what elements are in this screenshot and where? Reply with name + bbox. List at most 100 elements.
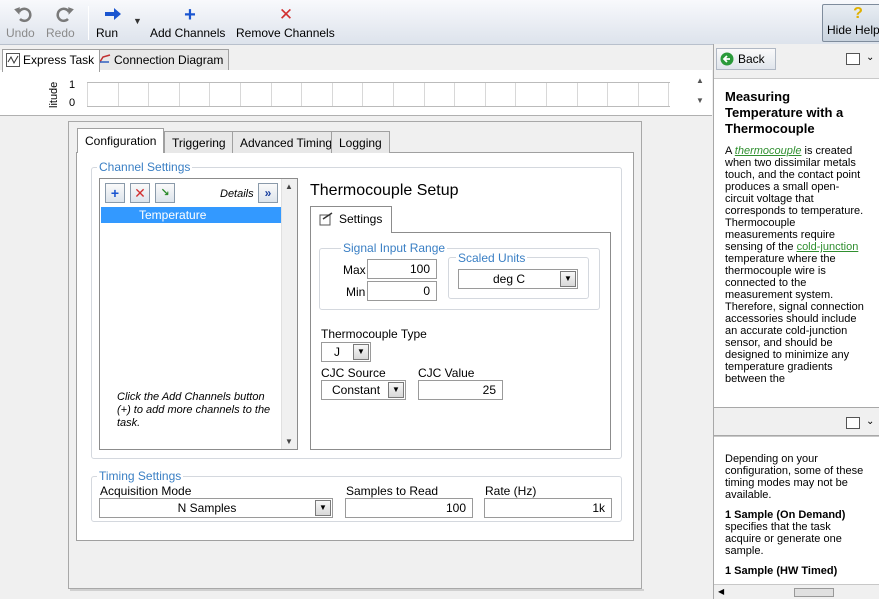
help-window-icon[interactable] (846, 417, 860, 429)
scaled-units-title: Scaled Units (456, 251, 528, 265)
chevron-down-icon: ▼ (560, 271, 576, 287)
tab-configuration-label: Configuration (85, 134, 157, 148)
scroll-up-icon[interactable]: ▲ (285, 182, 293, 191)
grid-line (546, 83, 547, 106)
help-timing-panel: Depending on your configuration, some of… (714, 436, 879, 584)
tab-logging-label: Logging (339, 136, 382, 150)
help-divider: ⌄ (714, 408, 879, 436)
max-label: Max (343, 263, 366, 277)
toolbar-separator (88, 6, 89, 40)
grid-line (668, 83, 670, 106)
add-channel-icon[interactable]: + (105, 183, 125, 203)
redo-button[interactable]: Redo (46, 4, 82, 40)
signal-input-range-title: Signal Input Range (341, 241, 448, 255)
grid-line (331, 83, 333, 106)
cjc-value-label: CJC Value (418, 366, 475, 380)
cjc-source-select[interactable]: Constant ▼ (321, 380, 406, 400)
grid-line (240, 83, 241, 106)
samples-to-read-label: Samples to Read (346, 484, 439, 498)
help-horizontal-scrollbar[interactable]: ◀ (714, 584, 879, 599)
tab-settings[interactable]: Settings (310, 206, 392, 233)
remove-channels-label: Remove Channels (236, 26, 335, 40)
cjc-source-value: Constant (332, 383, 381, 397)
chevron-down-icon: ▼ (315, 500, 331, 516)
tab-express-task[interactable]: Express Task (2, 49, 101, 72)
graph-scroll-down-icon[interactable]: ▼ (696, 96, 704, 105)
grid-line (87, 83, 88, 106)
rename-channel-icon[interactable]: ↘ (155, 183, 175, 203)
help-window-icon[interactable] (846, 53, 860, 65)
run-dropdown-icon[interactable]: ▼ (133, 16, 142, 26)
details-expand-icon[interactable]: » (258, 183, 278, 203)
thermocouple-type-select[interactable]: J ▼ (321, 342, 371, 362)
chevron-down-icon[interactable]: ⌄ (866, 416, 874, 427)
tab-triggering-label: Triggering (172, 136, 226, 150)
acquisition-mode-select[interactable]: N Samples ▼ (99, 498, 333, 518)
samples-to-read-input[interactable]: 100 (345, 498, 473, 518)
channel-item-temperature[interactable]: Temperature (101, 207, 281, 223)
rate-label: Rate (Hz) (485, 484, 537, 498)
cjc-value-input[interactable]: 25 (418, 380, 503, 400)
add-channels-label: Add Channels (150, 26, 226, 40)
tab-connection-diagram[interactable]: Connection Diagram (93, 49, 230, 71)
remove-channel-icon[interactable]: ✕ (130, 183, 150, 203)
graph-scroll-up-icon[interactable]: ▲ (696, 76, 704, 85)
details-label: Details (220, 188, 254, 200)
thermocouple-link[interactable]: thermocouple (735, 145, 802, 157)
grid-line (178, 83, 180, 106)
rate-input[interactable]: 1k (484, 498, 612, 518)
plus-icon: + (184, 4, 196, 26)
grid-line (484, 83, 486, 106)
tab-logging[interactable]: Logging (331, 131, 390, 153)
channel-list-scrollbar[interactable]: ▲ ▼ (281, 179, 297, 449)
back-arrow-icon (720, 52, 734, 69)
x-icon: ✕ (278, 5, 294, 24)
remove-channels-button[interactable]: ✕ Remove Channels (236, 4, 336, 40)
thermocouple-type-value: J (334, 345, 340, 359)
hide-help-button[interactable]: ? Hide Help (822, 4, 879, 42)
hide-help-label: Hide Help (827, 23, 879, 37)
grid-line (301, 83, 303, 106)
setup-title: Thermocouple Setup (310, 182, 459, 199)
help-topic-panel: Measuring Temperature with a Thermocoupl… (714, 78, 879, 408)
tab-advanced-timing[interactable]: Advanced Timing (232, 131, 341, 153)
tab-configuration[interactable]: Configuration (77, 128, 165, 153)
scaled-units-select[interactable]: deg C ▼ (458, 269, 578, 289)
help-timing-text: Depending on your configuration, some of… (725, 453, 864, 501)
grid-line (393, 83, 394, 106)
undo-button[interactable]: Undo (6, 4, 42, 40)
scroll-left-icon[interactable]: ◀ (718, 587, 724, 596)
panel-margin (642, 121, 712, 589)
help-hw-timed-text: 1 Sample (HW Timed) (725, 565, 838, 577)
channel-settings-title: Channel Settings (97, 160, 193, 174)
scroll-thumb[interactable] (794, 588, 834, 597)
min-input[interactable]: 0 (367, 281, 437, 301)
grid-line (209, 83, 211, 106)
redo-icon (46, 4, 82, 26)
tab-settings-label: Settings (339, 212, 383, 226)
min-label: Min (346, 285, 366, 299)
toolbar: Undo Redo Run ▼ + Add Channels ✕ Remove … (0, 0, 879, 45)
chevron-down-icon[interactable]: ⌄ (866, 52, 874, 63)
tab-advanced-timing-label: Advanced Timing (240, 136, 333, 150)
express-task-icon (6, 53, 20, 67)
scroll-down-icon[interactable]: ▼ (285, 437, 293, 446)
settings-icon (319, 212, 333, 229)
timing-settings-title: Timing Settings (97, 469, 184, 483)
max-input[interactable]: 100 (367, 259, 437, 279)
run-button[interactable]: Run (96, 4, 130, 40)
undo-label: Undo (6, 26, 35, 40)
tab-triggering[interactable]: Triggering (164, 131, 234, 153)
thermocouple-type-label: Thermocouple Type (321, 327, 427, 341)
amplitude-axis-label: litude (48, 82, 60, 108)
add-channels-button[interactable]: + Add Channels (150, 4, 230, 40)
cold-junction-link[interactable]: cold-junction (797, 241, 859, 253)
grid-line (607, 83, 609, 106)
grid-line (362, 83, 364, 106)
back-label: Back (738, 52, 765, 66)
help-question-icon: ? (853, 5, 863, 22)
grid-line (117, 83, 119, 106)
grid-line (515, 83, 517, 106)
back-button[interactable]: Back (716, 48, 776, 70)
scaled-units-value: deg C (492, 272, 526, 286)
